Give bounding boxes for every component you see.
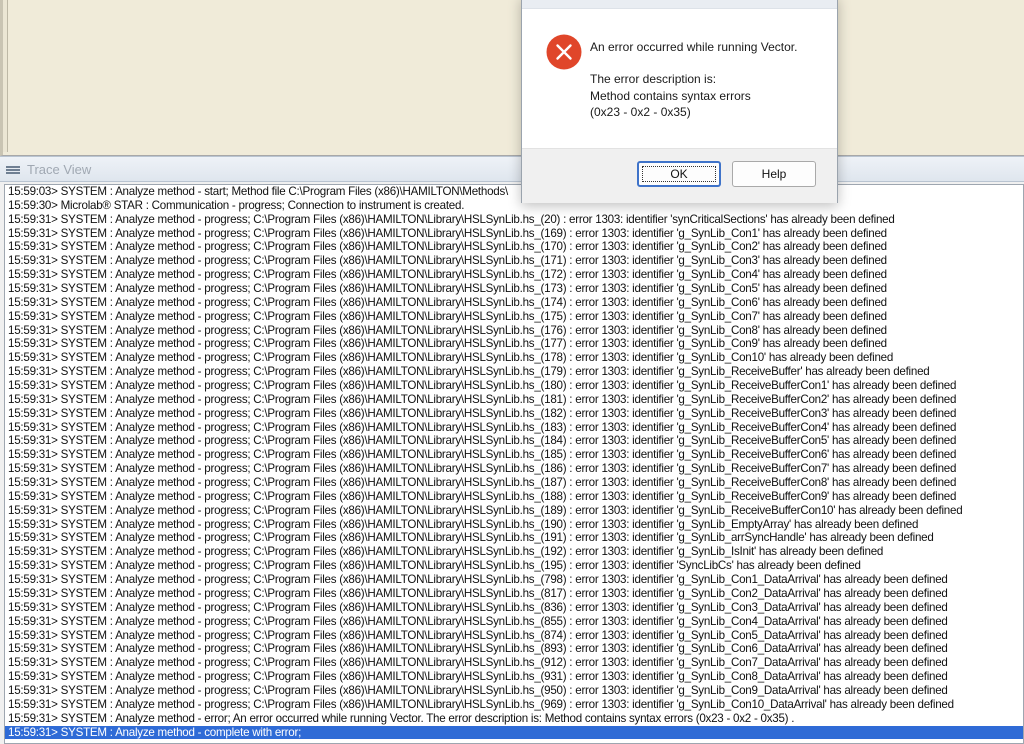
trace-log-line[interactable]: 15:59:31> SYSTEM : Analyze method - prog…	[5, 462, 1023, 476]
trace-log-line[interactable]: 15:59:31> SYSTEM : Analyze method - prog…	[5, 421, 1023, 435]
trace-log-line[interactable]: 15:59:31> SYSTEM : Analyze method - prog…	[5, 365, 1023, 379]
dialog-description-label: The error description is:	[590, 72, 717, 87]
trace-log-line[interactable]: 15:59:31> SYSTEM : Analyze method - prog…	[5, 573, 1023, 587]
ok-button[interactable]: OK	[637, 161, 721, 187]
trace-log-line[interactable]: 15:59:31> SYSTEM : Analyze method - prog…	[5, 379, 1023, 393]
trace-log-line[interactable]: 15:59:31> SYSTEM : Analyze method - prog…	[5, 531, 1023, 545]
trace-log-line[interactable]: 15:59:31> SYSTEM : Analyze method - prog…	[5, 629, 1023, 643]
trace-view-panel: Trace View 15:59:03> SYSTEM : Analyze me…	[0, 156, 1024, 744]
trace-log-line[interactable]: 15:59:31> SYSTEM : Analyze method - prog…	[5, 254, 1023, 268]
trace-log-line[interactable]: 15:59:31> SYSTEM : Analyze method - prog…	[5, 504, 1023, 518]
dialog-button-bar: OK Help	[522, 148, 837, 203]
dialog-titlebar[interactable]	[522, 0, 837, 9]
trace-log-line[interactable]: 15:59:31> SYSTEM : Analyze method - prog…	[5, 587, 1023, 601]
trace-log-line[interactable]: 15:59:31> SYSTEM : Analyze method - prog…	[5, 393, 1023, 407]
trace-log-line[interactable]: 15:59:31> SYSTEM : Analyze method - prog…	[5, 670, 1023, 684]
error-x-icon	[546, 34, 582, 70]
trace-log-line[interactable]: 15:59:31> SYSTEM : Analyze method - prog…	[5, 476, 1023, 490]
trace-view-titlebar[interactable]: Trace View	[0, 156, 1024, 182]
panel-grip-icon	[6, 166, 20, 175]
trace-log-list[interactable]: 15:59:03> SYSTEM : Analyze method - star…	[4, 184, 1024, 744]
trace-log-line[interactable]: 15:59:31> SYSTEM : Analyze method - prog…	[5, 282, 1023, 296]
help-button[interactable]: Help	[732, 161, 816, 187]
trace-log-line[interactable]: 15:59:31> SYSTEM : Analyze method - prog…	[5, 601, 1023, 615]
dialog-message-title: An error occurred while running Vector.	[590, 40, 798, 54]
dialog-description: Method contains syntax errors	[590, 88, 751, 103]
editor-left-edge	[3, 0, 8, 152]
trace-log-line[interactable]: 15:59:31> SYSTEM : Analyze method - prog…	[5, 684, 1023, 698]
trace-log-line[interactable]: 15:59:31> SYSTEM : Analyze method - prog…	[5, 642, 1023, 656]
dialog-message: An error occurred while running Vector. …	[590, 39, 825, 121]
trace-log-line[interactable]: 15:59:31> SYSTEM : Analyze method - prog…	[5, 268, 1023, 282]
trace-log-line[interactable]: 15:59:31> SYSTEM : Analyze method - prog…	[5, 310, 1023, 324]
trace-log-line[interactable]: 15:59:30> Microlab® STAR : Communication…	[5, 199, 1023, 213]
trace-log-line[interactable]: 15:59:31> SYSTEM : Analyze method - comp…	[5, 725, 1023, 740]
trace-log-line[interactable]: 15:59:31> SYSTEM : Analyze method - prog…	[5, 615, 1023, 629]
trace-log-line[interactable]: 15:59:31> SYSTEM : Analyze method - prog…	[5, 448, 1023, 462]
trace-log-line[interactable]: 15:59:31> SYSTEM : Analyze method - prog…	[5, 545, 1023, 559]
trace-log-line[interactable]: 15:59:31> SYSTEM : Analyze method - prog…	[5, 240, 1023, 254]
trace-log-line[interactable]: 15:59:31> SYSTEM : Analyze method - prog…	[5, 490, 1023, 504]
trace-log-line[interactable]: 15:59:31> SYSTEM : Analyze method - prog…	[5, 296, 1023, 310]
trace-log-line[interactable]: 15:59:31> SYSTEM : Analyze method - erro…	[5, 712, 1023, 726]
trace-log-line[interactable]: 15:59:03> SYSTEM : Analyze method - star…	[5, 185, 1023, 199]
trace-log-line[interactable]: 15:59:31> SYSTEM : Analyze method - prog…	[5, 407, 1023, 421]
trace-log-line[interactable]: 15:59:31> SYSTEM : Analyze method - prog…	[5, 337, 1023, 351]
trace-log-line[interactable]: 15:59:31> SYSTEM : Analyze method - prog…	[5, 434, 1023, 448]
method-editor-area	[0, 0, 1024, 156]
trace-log-line[interactable]: 15:59:31> SYSTEM : Analyze method - prog…	[5, 324, 1023, 338]
trace-log-line[interactable]: 15:59:31> SYSTEM : Analyze method - prog…	[5, 227, 1023, 241]
trace-log-line[interactable]: 15:59:31> SYSTEM : Analyze method - prog…	[5, 213, 1023, 227]
error-dialog: An error occurred while running Vector. …	[521, 0, 838, 203]
dialog-error-code: (0x23 - 0x2 - 0x35)	[590, 105, 691, 120]
trace-log-line[interactable]: 15:59:31> SYSTEM : Analyze method - prog…	[5, 351, 1023, 365]
trace-log-line[interactable]: 15:59:31> SYSTEM : Analyze method - prog…	[5, 698, 1023, 712]
focus-rectangle	[642, 166, 716, 182]
trace-log-line[interactable]: 15:59:31> SYSTEM : Analyze method - prog…	[5, 656, 1023, 670]
trace-log-line[interactable]: 15:59:31> SYSTEM : Analyze method - prog…	[5, 559, 1023, 573]
trace-view-title: Trace View	[27, 162, 92, 177]
trace-log-line[interactable]: 15:59:31> SYSTEM : Analyze method - prog…	[5, 518, 1023, 532]
